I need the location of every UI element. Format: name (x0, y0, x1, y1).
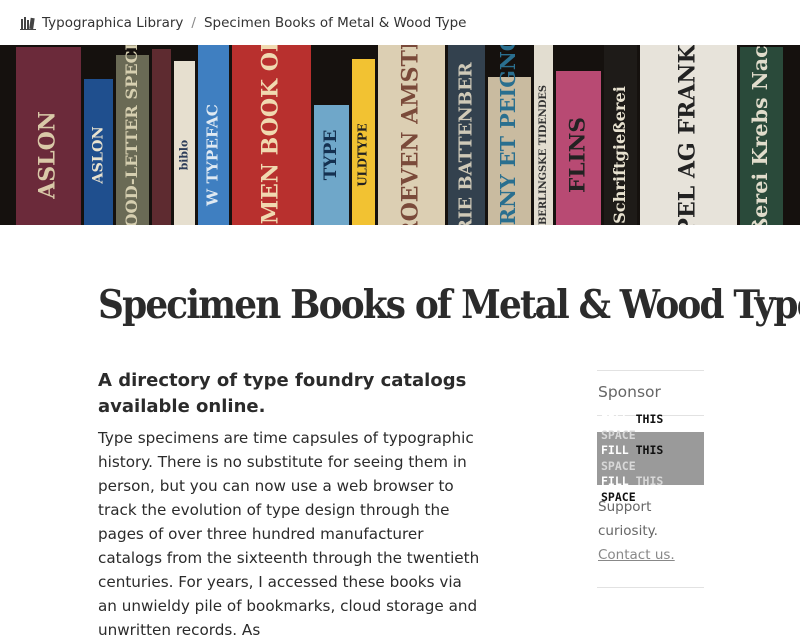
book-spine: ASLON (84, 79, 113, 225)
book-spine: W TYPEFAC (198, 45, 229, 225)
ad-word: FILL (601, 443, 629, 457)
book-spine: Schriftgießerei Krebs Nachfolger (740, 45, 783, 225)
svg-text:ERIE BATTENBER: ERIE BATTENBER (456, 61, 477, 225)
book-spine (152, 49, 171, 225)
book-spine: DEBERNY ET PEIGNOT (488, 45, 531, 225)
bookshelf-illustration: ASLON ASLON & SONS' WOOD-LETTER SPECIMENS.… (16, 45, 783, 225)
svg-text:& SONS' WOOD-LETTER SPECIMENS.: & SONS' WOOD-LETTER SPECIMENS. (122, 45, 141, 225)
svg-text:BERLINGSKE TIDENDES: BERLINGSKE TIDENDES (538, 85, 549, 225)
sponsor-sidebar: Sponsor FILL THIS SPACE FILL THIS SPACE FI… (597, 370, 704, 588)
book-spine: BERLINGSKE TIDENDES (534, 45, 553, 225)
sponsor-heading: Sponsor (597, 370, 704, 416)
breadcrumb-home-link[interactable]: Typographica Library (42, 15, 183, 31)
book-spine: TYPE (314, 105, 349, 225)
svg-text:ULDTYPE: ULDTYPE (356, 123, 370, 186)
book-spine: LETTERPROEVEN AMSTERDAM (378, 45, 445, 225)
svg-text:ASLON: ASLON (90, 126, 107, 184)
ad-word: SPACE (601, 458, 636, 473)
svg-text:biblo: biblo (178, 140, 191, 171)
page-title: Specimen Books of Metal & Wood Type (98, 282, 800, 328)
book-spine: biblo (174, 61, 195, 225)
book-spine: D·STEMPEL AG FRANKFURT (640, 45, 737, 225)
article-body: Type specimens are time capsules of typo… (98, 429, 480, 639)
ad-word: FILL (601, 474, 629, 488)
svg-text:LETTERPROEVEN AMSTERDAM: LETTERPROEVEN AMSTERDAM (398, 45, 424, 225)
svg-text:TYPE: TYPE (321, 130, 341, 181)
book-spine: AMERICAN SPECIMEN BOOK OF TYPE STYLES (232, 45, 311, 225)
book-spine: ULDTYPE (352, 59, 375, 225)
book-spine: ERIE BATTENBER (448, 45, 485, 225)
ad-word: FILL (601, 412, 629, 426)
svg-text:ASLON: ASLON (35, 111, 61, 200)
ad-word: SPACE (601, 427, 636, 442)
ad-line: FILL THIS SPACE (601, 412, 704, 443)
svg-text:AMERICAN SPECIMEN BOOK OF TYPE: AMERICAN SPECIMEN BOOK OF TYPE STYLES (258, 45, 284, 225)
ad-word: THIS (628, 443, 664, 457)
ad-line: FILL THIS SPACE (601, 443, 704, 474)
svg-text:D·STEMPEL AG FRANKFURT: D·STEMPEL AG FRANKFURT (675, 45, 701, 225)
svg-text:DEBERNY ET PEIGNOT: DEBERNY ET PEIGNOT (496, 45, 520, 225)
contact-link[interactable]: Contact us. (598, 547, 675, 563)
svg-text:Schriftgießerei: Schriftgießerei (610, 86, 629, 224)
breadcrumb-separator: / (191, 14, 196, 31)
book-spine: ASLON (16, 47, 81, 225)
book-spine: & SONS' WOOD-LETTER SPECIMENS. (116, 45, 149, 225)
article-column: A directory of type foundry catalogs ava… (98, 368, 483, 642)
ad-word: THIS (628, 474, 664, 488)
sponsor-note: Support curiosity. Contact us. (597, 495, 704, 567)
svg-text:W TYPEFAC: W TYPEFAC (204, 104, 222, 207)
support-text: Support curiosity. (598, 499, 658, 539)
book-spine: Schriftgießerei (604, 45, 637, 225)
svg-text:FLINS: FLINS (566, 117, 591, 193)
article-subhead: A directory of type foundry catalogs ava… (98, 370, 467, 417)
breadcrumb-current-link[interactable]: Specimen Books of Metal & Wood Type (204, 15, 466, 31)
sidebar-divider (597, 587, 704, 588)
svg-text:Schriftgießerei Krebs Nachfolg: Schriftgießerei Krebs Nachfolger (748, 45, 772, 225)
breadcrumb: Typographica Library / Specimen Books of… (0, 0, 800, 45)
library-icon[interactable] (20, 16, 36, 30)
ad-word: THIS (628, 412, 664, 426)
book-spine: FLINS (556, 71, 601, 225)
hero-bookshelf-image: ASLON ASLON & SONS' WOOD-LETTER SPECIMENS.… (0, 45, 800, 225)
sponsor-ad-placeholder[interactable]: FILL THIS SPACE FILL THIS SPACE FILL THIS … (597, 412, 704, 504)
